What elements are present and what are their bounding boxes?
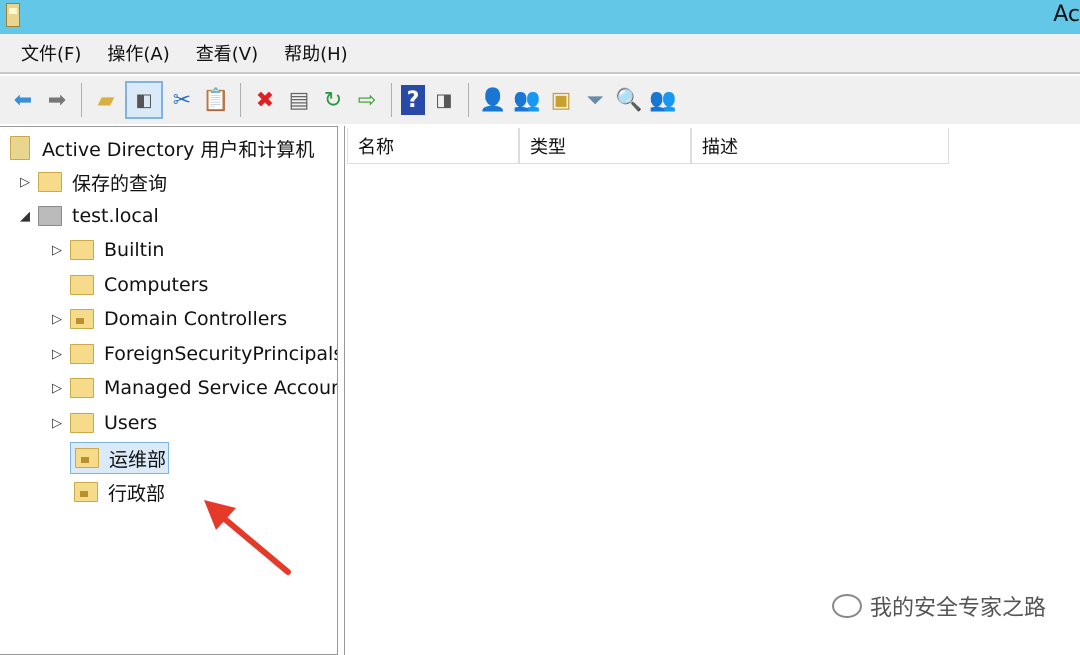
folder-icon — [70, 240, 94, 260]
tree-item-builtin[interactable]: ▷ Builtin — [50, 235, 164, 265]
tree-label: 运维部 — [109, 448, 167, 471]
tree-item-admin-ou[interactable]: 行政部 — [68, 477, 165, 507]
tree-label: test.local — [72, 205, 159, 227]
separator — [81, 83, 82, 117]
folder-icon — [70, 344, 94, 364]
snapin-icon — [10, 136, 30, 160]
separator — [240, 83, 241, 117]
cut-icon[interactable]: ✂ — [167, 85, 197, 115]
tree-item-saved-queries[interactable]: ▷ 保存的查询 — [18, 167, 167, 197]
tree-label: Managed Service Accounts — [104, 377, 338, 399]
folder-icon — [70, 275, 94, 295]
export-list-icon[interactable]: ⇨ — [352, 85, 382, 115]
app-icon — [6, 3, 20, 27]
tree-label: Builtin — [104, 239, 165, 261]
window-title: Ac — [1053, 2, 1080, 27]
menu-file[interactable]: 文件(F) — [18, 38, 84, 68]
annotation-arrow — [204, 500, 291, 575]
paste-icon[interactable]: 📋 — [201, 85, 231, 115]
tree-label: 行政部 — [108, 482, 166, 505]
folder-icon — [70, 413, 94, 433]
tree-root[interactable]: Active Directory 用户和计算机 — [10, 133, 314, 163]
new-group-icon[interactable]: 👥 — [512, 85, 542, 115]
tree-item-domain[interactable]: ◢ test.local — [18, 201, 159, 231]
properties-icon[interactable]: ▤ — [284, 85, 314, 115]
find-icon[interactable]: 🔍 — [614, 85, 644, 115]
title-bar: Ac — [0, 0, 1080, 34]
tree-item-ops-ou[interactable]: 运维部 — [70, 442, 170, 474]
new-ou-icon[interactable]: ▣ — [546, 85, 576, 115]
column-header-type[interactable]: 类型 — [519, 128, 691, 164]
separator — [391, 83, 392, 117]
folder-icon — [38, 172, 62, 192]
menu-bar: 文件(F) 操作(A) 查看(V) 帮助(H) — [0, 34, 1080, 74]
filter-icon[interactable]: ⏷ — [580, 85, 610, 115]
toolbar: ⬅ ➡ ▰ ◧ ✂ 📋 ✖ ▤ ↻ ⇨ ? ◨ 👤 👥 ▣ ⏷ 🔍 👥 — [0, 76, 1080, 124]
menu-help[interactable]: 帮助(H) — [281, 38, 351, 68]
new-user-icon[interactable]: 👤 — [478, 85, 508, 115]
tree-label: ForeignSecurityPrincipals — [104, 343, 338, 365]
tree-label: Domain Controllers — [104, 308, 288, 330]
collapse-icon[interactable]: ◢ — [18, 209, 32, 224]
up-folder-icon[interactable]: ▰ — [91, 85, 121, 115]
column-header-description[interactable]: 描述 — [691, 128, 949, 164]
watermark: 我的安全专家之路 — [831, 590, 1046, 622]
wechat-icon — [831, 594, 862, 618]
expand-icon[interactable]: ▷ — [50, 312, 64, 327]
tree-label: Active Directory 用户和计算机 — [42, 138, 315, 161]
add-to-group-icon[interactable]: 👥 — [648, 85, 678, 115]
tree-item-domain-controllers[interactable]: ▷ Domain Controllers — [50, 304, 287, 334]
tree-label: Computers — [104, 274, 209, 296]
ou-icon — [70, 309, 94, 329]
ou-icon — [74, 482, 98, 502]
folder-icon — [70, 378, 94, 398]
expand-icon[interactable]: ▷ — [18, 175, 32, 190]
tree-item-foreign-security-principals[interactable]: ▷ ForeignSecurityPrincipals — [50, 339, 338, 369]
tree-item-computers[interactable]: Computers — [50, 270, 208, 300]
menu-action[interactable]: 操作(A) — [104, 38, 172, 68]
expand-icon[interactable]: ▷ — [50, 243, 64, 258]
back-icon[interactable]: ⬅ — [8, 85, 38, 115]
refresh-icon[interactable]: ↻ — [318, 85, 348, 115]
tree-label: 保存的查询 — [72, 172, 168, 195]
expand-icon[interactable]: ▷ — [50, 347, 64, 362]
separator — [468, 83, 469, 117]
show-console-tree-icon[interactable]: ◧ — [125, 81, 163, 119]
show-action-pane-icon[interactable]: ◨ — [429, 85, 459, 115]
forward-icon[interactable]: ➡ — [42, 85, 72, 115]
help-icon[interactable]: ? — [401, 85, 425, 115]
domain-icon — [38, 206, 62, 226]
tree-item-users[interactable]: ▷ Users — [50, 408, 157, 438]
tree-label: Users — [104, 412, 158, 434]
watermark-text: 我的安全专家之路 — [869, 596, 1046, 621]
column-header-name[interactable]: 名称 — [347, 128, 519, 164]
expand-icon[interactable]: ▷ — [50, 381, 64, 396]
menu-view[interactable]: 查看(V) — [193, 38, 261, 68]
details-pane: 名称 类型 描述 — [344, 126, 1080, 655]
expand-icon[interactable]: ▷ — [50, 416, 64, 431]
delete-icon[interactable]: ✖ — [250, 85, 280, 115]
ou-icon — [75, 448, 99, 468]
tree-item-managed-service-accounts[interactable]: ▷ Managed Service Accounts — [50, 373, 338, 403]
